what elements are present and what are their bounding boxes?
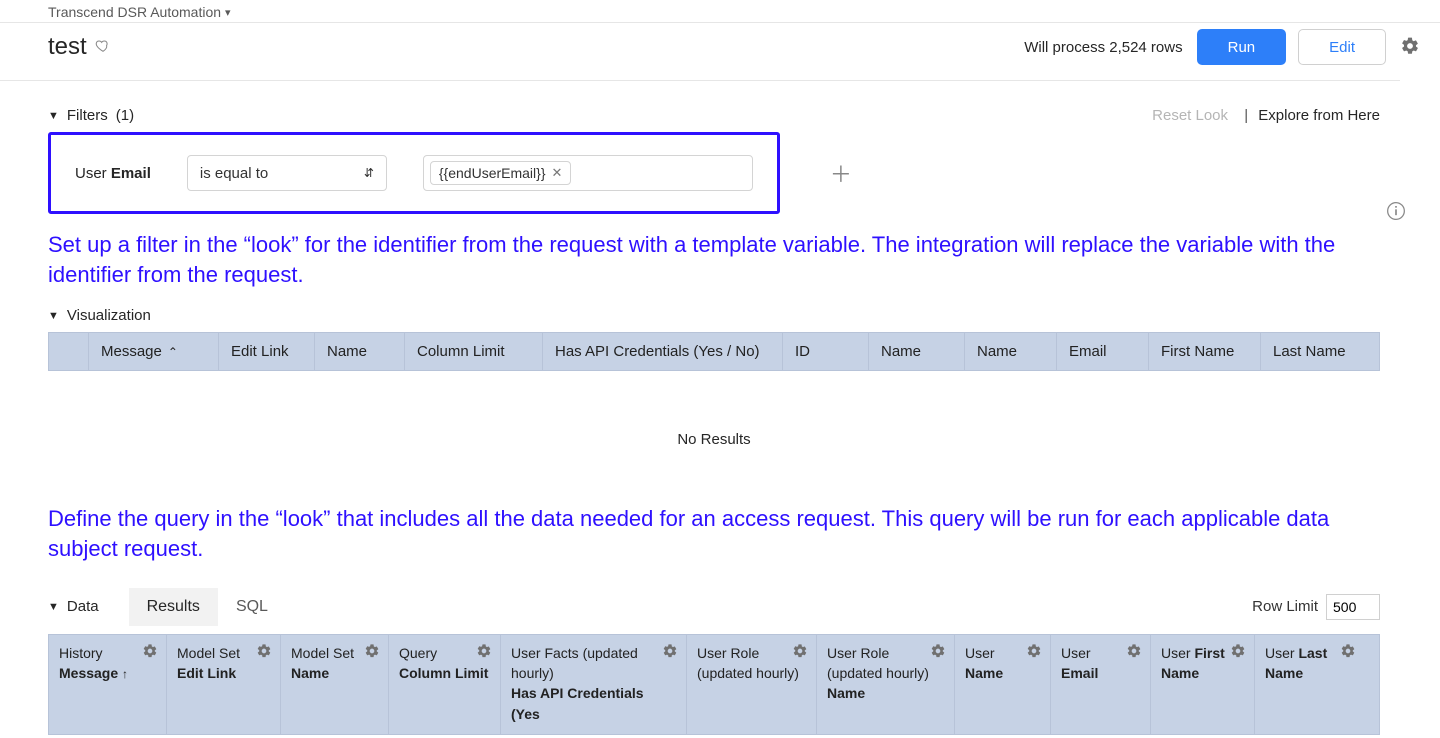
- filters-section-label: Filters: [67, 107, 108, 124]
- row-limit-label: Row Limit: [1252, 598, 1318, 615]
- data-col-header[interactable]: User Name: [954, 635, 1050, 734]
- column-gear-icon[interactable]: [364, 643, 380, 664]
- viz-col-header[interactable]: Last Name: [1260, 333, 1372, 370]
- viz-no-results: No Results: [48, 371, 1380, 488]
- reset-look-link: Reset Look: [1152, 107, 1228, 124]
- viz-col-header[interactable]: ID: [782, 333, 868, 370]
- chip-remove-icon[interactable]: ✕: [552, 165, 563, 181]
- data-col-header[interactable]: User First Name: [1150, 635, 1254, 734]
- data-col-header[interactable]: Query Column Limit: [388, 635, 500, 734]
- data-table-header: History Message ↑ Model Set Edit Link Mo…: [48, 634, 1380, 735]
- run-button[interactable]: Run: [1197, 29, 1287, 65]
- visualization-table: Message ⌃ Edit Link Name Column Limit Ha…: [48, 332, 1380, 488]
- filter-annotation: Set up a filter in the “look” for the id…: [48, 230, 1368, 289]
- filter-operator-value: is equal to: [200, 165, 268, 182]
- data-section-toggle[interactable]: ▼ Data: [48, 598, 99, 615]
- column-gear-icon[interactable]: [1126, 643, 1142, 664]
- filter-field-label: User Email: [75, 165, 151, 182]
- workspace-name: Transcend DSR Automation: [48, 4, 221, 20]
- column-gear-icon[interactable]: [662, 643, 678, 664]
- data-col-header[interactable]: User Email: [1050, 635, 1150, 734]
- caret-down-icon: ▼: [48, 310, 59, 322]
- look-settings-button[interactable]: [1400, 36, 1420, 59]
- filters-section-toggle[interactable]: ▼ Filters (1): [48, 107, 134, 124]
- caret-down-icon: ▼: [48, 110, 59, 122]
- column-gear-icon[interactable]: [256, 643, 272, 664]
- viz-col-header[interactable]: Name: [314, 333, 404, 370]
- viz-col-header[interactable]: Edit Link: [218, 333, 314, 370]
- column-gear-icon[interactable]: [1230, 643, 1246, 664]
- data-col-header[interactable]: User Facts (updated hourly) Has API Cred…: [500, 635, 686, 734]
- tab-results[interactable]: Results: [129, 588, 218, 626]
- filter-row: User Email is equal to ⇵ {{endUserEmail}…: [48, 132, 780, 214]
- column-gear-icon[interactable]: [476, 643, 492, 664]
- data-col-header[interactable]: History Message ↑: [48, 635, 166, 734]
- data-col-header[interactable]: User Last Name: [1254, 635, 1364, 734]
- data-col-header[interactable]: User Role (updated hourly) Name: [816, 635, 954, 734]
- viz-col-header[interactable]: Column Limit: [404, 333, 542, 370]
- viz-col-header[interactable]: Name: [964, 333, 1056, 370]
- process-count-msg: Will process 2,524 rows: [1024, 39, 1182, 56]
- chevron-down-icon: ▾: [225, 6, 231, 19]
- sort-asc-icon: ↑: [122, 667, 128, 681]
- tab-sql[interactable]: SQL: [218, 588, 286, 626]
- sort-asc-icon: ⌃: [168, 345, 178, 359]
- visualization-section-toggle[interactable]: ▼ Visualization: [48, 307, 151, 324]
- select-sort-icon: ⇵: [364, 166, 374, 180]
- data-col-header[interactable]: User Role (updated hourly): [686, 635, 816, 734]
- data-section-label: Data: [67, 598, 99, 615]
- row-limit-input[interactable]: [1326, 594, 1380, 620]
- column-gear-icon[interactable]: [1026, 643, 1042, 664]
- viz-col-header[interactable]: Has API Credentials (Yes / No): [542, 333, 782, 370]
- divider: |: [1244, 107, 1248, 124]
- data-col-header[interactable]: Model Set Name: [280, 635, 388, 734]
- workspace-crumb[interactable]: Transcend DSR Automation ▾: [48, 4, 231, 22]
- page-title: test: [48, 33, 87, 61]
- visualization-section-label: Visualization: [67, 307, 151, 324]
- caret-down-icon: ▼: [48, 601, 59, 613]
- column-gear-icon[interactable]: [930, 643, 946, 664]
- viz-col-header[interactable]: Name: [868, 333, 964, 370]
- viz-col-header[interactable]: First Name: [1148, 333, 1260, 370]
- filter-value-input[interactable]: {{endUserEmail}} ✕: [423, 155, 753, 191]
- filter-chip-text: {{endUserEmail}}: [439, 165, 546, 181]
- column-gear-icon[interactable]: [142, 643, 158, 664]
- add-filter-button[interactable]: ＋: [830, 157, 852, 189]
- info-icon[interactable]: [1386, 201, 1406, 224]
- filters-count: (1): [116, 107, 134, 124]
- explore-from-here-link[interactable]: Explore from Here: [1258, 107, 1380, 124]
- favorite-icon[interactable]: [95, 33, 111, 61]
- viz-col-header[interactable]: Email: [1056, 333, 1148, 370]
- data-col-header[interactable]: Model Set Edit Link: [166, 635, 280, 734]
- viz-leading-cell: [48, 333, 88, 370]
- column-gear-icon[interactable]: [792, 643, 808, 664]
- viz-col-header[interactable]: Message ⌃: [88, 333, 218, 370]
- filter-chip: {{endUserEmail}} ✕: [430, 161, 572, 185]
- edit-button[interactable]: Edit: [1298, 29, 1386, 65]
- filter-operator-select[interactable]: is equal to ⇵: [187, 155, 387, 191]
- column-gear-icon[interactable]: [1340, 643, 1356, 664]
- query-annotation: Define the query in the “look” that incl…: [48, 504, 1368, 563]
